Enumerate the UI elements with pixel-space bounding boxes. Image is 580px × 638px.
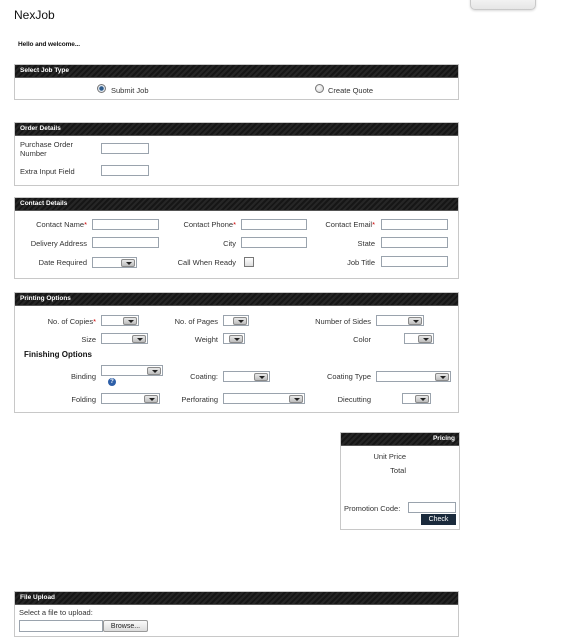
weight-label: Weight bbox=[194, 335, 218, 344]
file-upload-prompt: Select a file to upload: bbox=[19, 608, 93, 617]
contact-name-label: Contact Name* bbox=[15, 220, 87, 229]
file-path-input[interactable] bbox=[19, 620, 103, 632]
file-upload-panel: File Upload Select a file to upload: Bro… bbox=[14, 591, 459, 637]
unit-price-label: Unit Price bbox=[373, 452, 406, 461]
perforating-select[interactable] bbox=[223, 393, 305, 404]
required-marker: * bbox=[372, 220, 375, 229]
chevron-down-icon bbox=[254, 373, 268, 381]
contact-phone-text: Contact Phone bbox=[183, 220, 234, 229]
sides-select[interactable] bbox=[376, 315, 424, 326]
contact-phone-label: Contact Phone* bbox=[165, 220, 236, 229]
file-upload-header: File Upload bbox=[15, 592, 458, 605]
required-marker: * bbox=[233, 220, 236, 229]
state-input[interactable] bbox=[381, 237, 448, 248]
folding-select[interactable] bbox=[101, 393, 160, 404]
purchase-order-input[interactable] bbox=[101, 143, 149, 154]
printing-options-header: Printing Options bbox=[15, 293, 458, 306]
order-details-panel: Order Details Purchase Order Number Extr… bbox=[14, 122, 459, 186]
finishing-options-title: Finishing Options bbox=[24, 350, 92, 359]
contact-details-panel: Contact Details Contact Name* Contact Ph… bbox=[14, 197, 459, 279]
submit-job-label: Submit Job bbox=[111, 86, 149, 95]
top-menu-button[interactable] bbox=[470, 0, 536, 10]
contact-email-text: Contact Email bbox=[325, 220, 373, 229]
delivery-address-input[interactable] bbox=[92, 237, 159, 248]
call-when-ready-label: Call When Ready bbox=[177, 258, 236, 267]
perforating-label: Perforating bbox=[181, 395, 218, 404]
pricing-panel: Pricing Unit Price Total Promotion Code:… bbox=[340, 432, 460, 530]
contact-phone-input[interactable] bbox=[241, 219, 307, 230]
promotion-code-label: Promotion Code: bbox=[344, 504, 401, 513]
chevron-down-icon bbox=[408, 317, 422, 325]
copies-select[interactable] bbox=[101, 315, 139, 326]
size-label: Size bbox=[81, 335, 96, 344]
chevron-down-icon bbox=[123, 317, 137, 325]
job-title-label: Job Title bbox=[347, 258, 375, 267]
extra-input-label: Extra Input Field bbox=[20, 167, 75, 176]
diecutting-label: Diecutting bbox=[337, 395, 371, 404]
help-icon[interactable]: ? bbox=[108, 378, 116, 386]
welcome-text: Hello and welcome... bbox=[18, 41, 80, 48]
chevron-down-icon bbox=[121, 259, 135, 267]
contact-name-input[interactable] bbox=[92, 219, 159, 230]
coating-select[interactable] bbox=[223, 371, 270, 382]
create-quote-label: Create Quote bbox=[328, 86, 374, 95]
chevron-down-icon bbox=[415, 395, 429, 403]
purchase-order-label: Purchase Order Number bbox=[20, 140, 73, 158]
delivery-address-label: Delivery Address bbox=[30, 239, 87, 248]
required-marker: * bbox=[93, 317, 96, 326]
required-marker: * bbox=[84, 220, 87, 229]
weight-select[interactable] bbox=[223, 333, 245, 344]
contact-name-text: Contact Name bbox=[36, 220, 85, 229]
pricing-header: Pricing bbox=[341, 433, 459, 446]
job-type-header: Select Job Type bbox=[15, 65, 458, 78]
coating-label: Coating: bbox=[190, 372, 218, 381]
pages-select[interactable] bbox=[223, 315, 249, 326]
binding-label: Binding bbox=[70, 372, 96, 381]
create-quote-radio[interactable] bbox=[315, 84, 324, 93]
binding-select[interactable] bbox=[101, 365, 163, 376]
color-label: Color bbox=[353, 335, 371, 344]
chevron-down-icon bbox=[435, 373, 449, 381]
size-select[interactable] bbox=[101, 333, 148, 344]
check-button[interactable]: Check bbox=[421, 514, 456, 525]
contact-email-label: Contact Email* bbox=[313, 220, 375, 229]
printing-options-panel: Printing Options No. of Copies* No. of P… bbox=[14, 292, 459, 413]
contact-details-header: Contact Details bbox=[15, 198, 458, 211]
color-select[interactable] bbox=[404, 333, 434, 344]
pages-label: No. of Pages bbox=[174, 317, 218, 326]
job-title-input[interactable] bbox=[381, 256, 448, 267]
submit-job-radio[interactable] bbox=[97, 84, 106, 93]
purchase-order-label-line2: Number bbox=[20, 149, 47, 158]
sides-label: Number of Sides bbox=[315, 317, 371, 326]
city-label: City bbox=[223, 239, 236, 248]
order-details-header: Order Details bbox=[15, 123, 458, 136]
browse-button[interactable]: Browse... bbox=[103, 620, 148, 632]
coating-type-label: Coating Type bbox=[326, 372, 371, 381]
chevron-down-icon bbox=[132, 335, 146, 343]
chevron-down-icon bbox=[229, 335, 243, 343]
purchase-order-label-line1: Purchase Order bbox=[20, 140, 73, 149]
chevron-down-icon bbox=[418, 335, 432, 343]
contact-email-input[interactable] bbox=[381, 219, 448, 230]
promotion-code-input[interactable] bbox=[408, 502, 456, 513]
job-type-panel: Select Job Type Submit Job Create Quote bbox=[14, 64, 459, 100]
city-input[interactable] bbox=[241, 237, 307, 248]
date-required-label: Date Required bbox=[38, 258, 87, 267]
diecutting-select[interactable] bbox=[402, 393, 431, 404]
chevron-down-icon bbox=[233, 317, 247, 325]
call-when-ready-checkbox[interactable] bbox=[244, 257, 254, 267]
total-label: Total bbox=[390, 466, 406, 475]
date-required-select[interactable] bbox=[92, 257, 137, 268]
page-title: NexJob bbox=[14, 8, 55, 22]
folding-label: Folding bbox=[71, 395, 96, 404]
state-label: State bbox=[357, 239, 375, 248]
copies-text: No. of Copies bbox=[47, 317, 94, 326]
extra-input-field[interactable] bbox=[101, 165, 149, 176]
coating-type-select[interactable] bbox=[376, 371, 451, 382]
copies-label: No. of Copies* bbox=[15, 317, 96, 326]
